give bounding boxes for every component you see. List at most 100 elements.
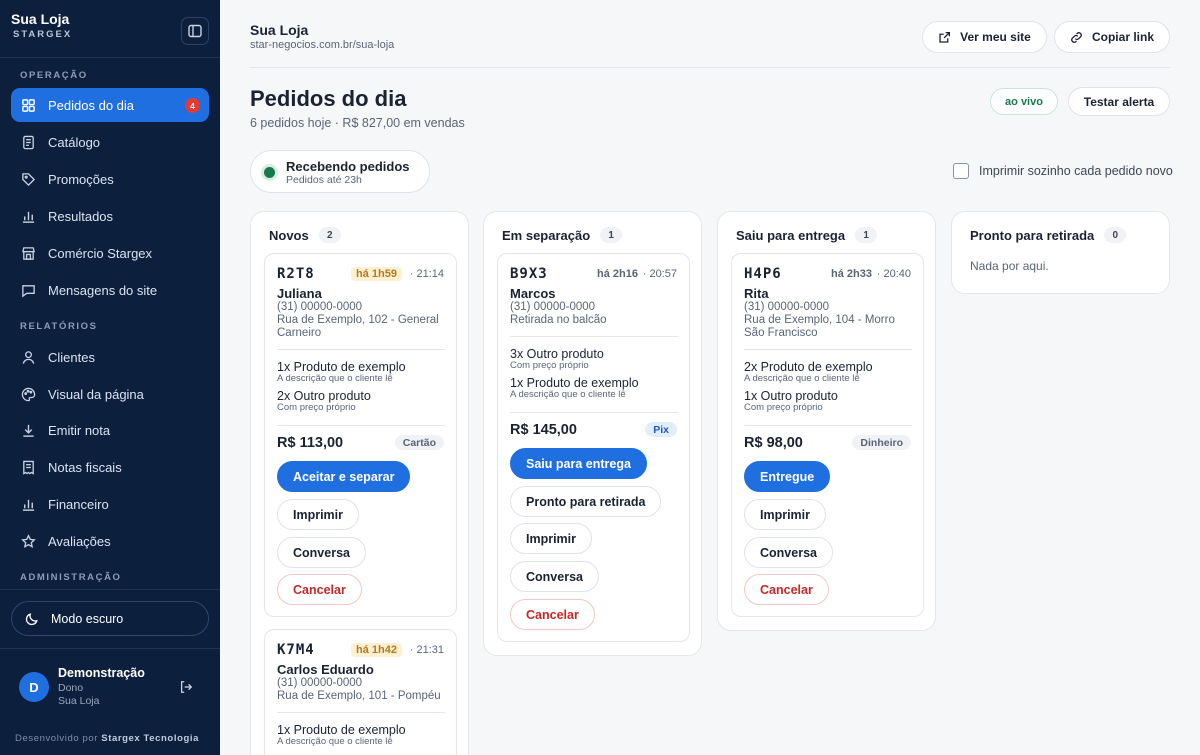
view-site-label: Ver meu site [960, 30, 1031, 44]
orders-count-badge: 4 [185, 98, 200, 113]
autoprint-option[interactable]: Imprimir sozinho cada pedido novo [953, 163, 1173, 179]
sidebar-item-notas-fiscais[interactable]: Notas fiscais [11, 450, 209, 484]
status-dot [264, 167, 275, 178]
sidebar: Sua Loja STARGEX OPERAÇÃO Pedidos do dia… [0, 0, 220, 755]
order-card-b9x3[interactable]: B9X3 há 2h16 · 20:57 Marcos (31) 00000-0… [497, 253, 690, 642]
sidebar-item-label: Mensagens do site [48, 282, 158, 298]
copy-link-button[interactable]: Copiar link [1054, 21, 1170, 53]
order-code: R2T8 [277, 266, 315, 282]
order-card-r2t8[interactable]: R2T8 há 1h59 · 21:14 Juliana (31) 00000-… [264, 253, 457, 617]
column-title: Saiu para entrega [736, 227, 846, 243]
order-item: 1x Outro produto Com preço próprio [744, 389, 838, 413]
item-desc: A descrição que o cliente lê [510, 389, 626, 400]
customer-name: Carlos Eduardo [277, 662, 374, 677]
item-qty: 2x Outro produto [277, 389, 371, 403]
divider [277, 425, 445, 426]
customer-phone: (31) 00000-0000 [510, 301, 596, 313]
delivered-button[interactable]: Entregue [744, 461, 831, 492]
footer-prefix: Desenvolvido por [15, 733, 99, 744]
sidebar-item-label: Clientes [48, 349, 95, 365]
sidebar-item-label: Notas fiscais [48, 459, 122, 475]
order-code: K7M4 [277, 642, 315, 658]
item-desc: A descrição que o cliente lê [277, 373, 393, 384]
column-title: Novos [269, 227, 309, 243]
sidebar-item-resultados[interactable]: Resultados [11, 199, 209, 233]
sidebar-item-label: Catálogo [48, 134, 101, 150]
cancel-button[interactable]: Cancelar [744, 574, 829, 605]
store-title: Sua Loja [250, 22, 309, 38]
column-header: Saiu para entrega 1 [736, 227, 878, 243]
chat-button[interactable]: Conversa [277, 537, 366, 568]
header-divider [250, 67, 1170, 68]
item-qty: 3x Outro produto [510, 347, 604, 361]
sidebar-item-avaliacoes[interactable]: Avaliações [11, 524, 209, 558]
sidebar-item-financeiro[interactable]: Financeiro [11, 487, 209, 521]
logout-icon[interactable] [179, 680, 193, 694]
print-button[interactable]: Imprimir [744, 499, 827, 530]
view-site-button[interactable]: Ver meu site [922, 21, 1047, 53]
item-desc: Com preço próprio [277, 402, 356, 413]
accept-button[interactable]: Aceitar e separar [277, 461, 411, 492]
sidebar-item-label: Financeiro [48, 496, 109, 512]
empty-state: Nada por aqui. [970, 259, 1049, 273]
receiving-orders-toggle[interactable]: Recebendo pedidos Pedidos até 23h [250, 150, 430, 193]
sidebar-item-catalogo[interactable]: Catálogo [11, 125, 209, 159]
sidebar-item-pedidos[interactable]: Pedidos do dia 4 [11, 88, 209, 122]
user-profile: D Demonstração Dono Sua Loja [19, 665, 209, 710]
customer-name: Marcos [510, 286, 556, 301]
sidebar-item-visual[interactable]: Visual da página [11, 377, 209, 411]
sidebar-item-clientes[interactable]: Clientes [11, 340, 209, 374]
user-store: Sua Loja [58, 695, 100, 707]
store-url: star-negocios.com.br/sua-loja [250, 39, 395, 51]
order-time: · 20:57 [642, 268, 677, 280]
customer-name: Rita [744, 286, 769, 301]
tag-icon [22, 172, 36, 186]
sidebar-item-label: Resultados [48, 208, 114, 224]
cancel-button[interactable]: Cancelar [277, 574, 362, 605]
order-time: · 20:40 [876, 268, 911, 280]
sidebar-item-mensagens[interactable]: Mensagens do site [11, 273, 209, 307]
customer-address: Rua de Exemplo, 102 - General Carneiro [277, 314, 439, 339]
storefront-icon [22, 246, 35, 260]
item-desc: Com preço próprio [744, 402, 823, 413]
item-qty: 1x Produto de exemplo [277, 723, 406, 737]
column-pronto-para-retirada: Pronto para retirada 0 Nada por aqui. [951, 211, 1170, 294]
sidebar-item-label: Pedidos do dia [48, 97, 135, 113]
page-title: Pedidos do dia [250, 86, 407, 111]
sidebar-item-promocoes[interactable]: Promoções [11, 162, 209, 196]
cancel-button[interactable]: Cancelar [510, 599, 595, 630]
column-header: Em separação 1 [502, 227, 623, 243]
print-button[interactable]: Imprimir [277, 499, 360, 530]
order-card-k7m4[interactable]: K7M4 há 1h42 · 21:31 Carlos Eduardo (31)… [264, 629, 457, 755]
column-em-separacao: Em separação 1 B9X3 há 2h16 · 20:57 Marc… [483, 211, 702, 656]
sidebar-item-emitir-nota[interactable]: Emitir nota [11, 413, 209, 447]
order-code: H4P6 [744, 266, 782, 282]
order-item: 2x Produto de exemplo A descrição que o … [744, 360, 873, 384]
print-button[interactable]: Imprimir [510, 523, 593, 554]
chat-button[interactable]: Conversa [510, 561, 599, 592]
sidebar-item-label: Comércio Stargex [48, 245, 153, 261]
chat-button[interactable]: Conversa [744, 537, 833, 568]
order-age: há 1h42 [351, 643, 402, 657]
divider [0, 648, 220, 649]
column-novos: Novos 2 R2T8 há 1h59 · 21:14 Juliana (31… [250, 211, 469, 755]
download-icon [23, 424, 34, 437]
divider [510, 412, 678, 413]
collapse-sidebar-button[interactable] [181, 17, 209, 45]
sidebar-item-comercio[interactable]: Comércio Stargex [11, 236, 209, 270]
autoprint-checkbox[interactable] [953, 163, 969, 179]
test-alert-button[interactable]: Testar alerta [1068, 87, 1170, 116]
item-desc: A descrição que o cliente lê [744, 373, 860, 384]
order-card-h4p6[interactable]: H4P6 há 2h33 · 20:40 Rita (31) 00000-000… [731, 253, 924, 617]
receiving-title: Recebendo pedidos [286, 159, 410, 174]
column-count: 1 [600, 227, 623, 243]
dark-mode-toggle[interactable]: Modo escuro [11, 601, 209, 636]
out-for-delivery-button[interactable]: Saiu para entrega [510, 448, 647, 479]
brand-name: Sua Loja [11, 11, 70, 27]
customer-phone: (31) 00000-0000 [744, 301, 830, 313]
footer-credit: Desenvolvido por Stargex Tecnologia [15, 733, 199, 744]
ready-for-pickup-button[interactable]: Pronto para retirada [510, 486, 662, 517]
grid-icon [22, 98, 35, 112]
section-relatorios: RELATÓRIOS [20, 321, 98, 332]
item-qty: 1x Produto de exemplo [277, 360, 406, 374]
